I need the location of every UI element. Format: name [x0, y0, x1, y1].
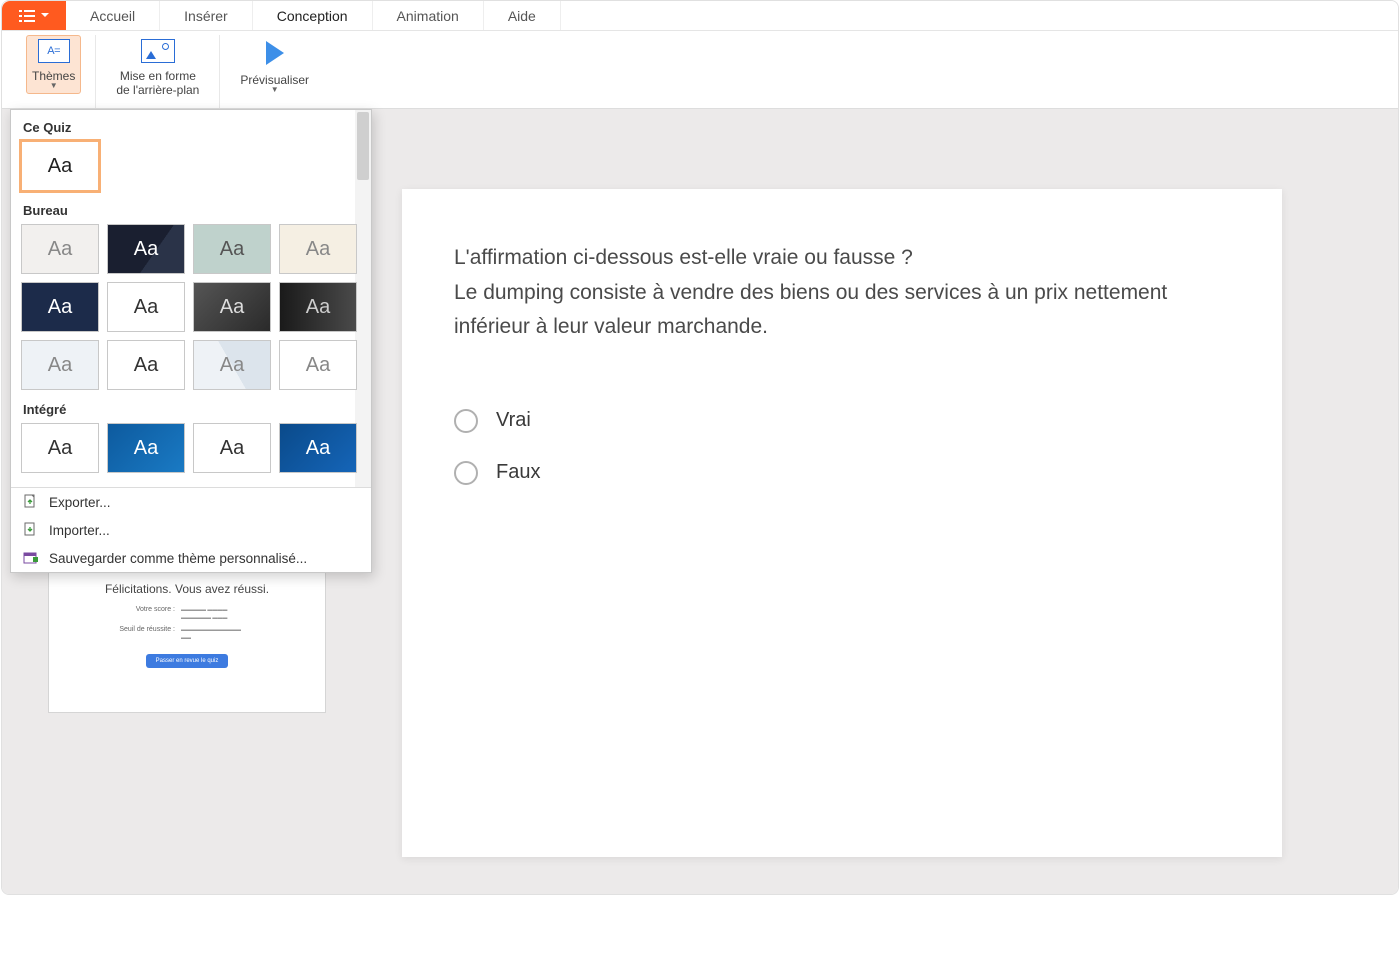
ribbon-group-themes: A= Thèmes ▼ [12, 35, 96, 108]
theme-swatch-bureau-6[interactable]: Aa [193, 282, 271, 332]
theme-grid-integre: AaAaAaAa [21, 423, 365, 481]
tab-aide[interactable]: Aide [484, 1, 561, 30]
score-label: Votre score : [103, 606, 175, 622]
theme-swatch-bureau-9[interactable]: Aa [107, 340, 185, 390]
play-icon [266, 41, 284, 65]
tab-accueil[interactable]: Accueil [66, 1, 160, 30]
option-false[interactable]: Faux [454, 461, 1230, 485]
ribbon: A= Thèmes ▼ Mise en forme de l'arrière-p… [2, 31, 1398, 109]
threshold-value-placeholder: ▬▬▬▬▬▬▬▬▬▬▬▬▬▬ [181, 626, 271, 642]
theme-swatch-bureau-11[interactable]: Aa [279, 340, 357, 390]
theme-swatch-bureau-2[interactable]: Aa [193, 224, 271, 274]
theme-swatch-bureau-7[interactable]: Aa [279, 282, 357, 332]
theme-swatch-cequiz-0[interactable]: Aa [21, 141, 99, 191]
app-menu-button[interactable] [2, 1, 66, 30]
tab-conception[interactable]: Conception [253, 1, 373, 30]
results-title: Félicitations. Vous avez réussi. [63, 582, 311, 596]
background-icon [141, 39, 175, 63]
panel-footer: Exporter... Importer... Sauvegarder comm… [11, 487, 371, 572]
export-icon [23, 494, 39, 510]
background-label: Mise en forme de l'arrière-plan [116, 69, 199, 98]
theme-swatch-bureau-8[interactable]: Aa [21, 340, 99, 390]
save-custom-theme-item[interactable]: Sauvegarder comme thème personnalisé... [11, 544, 371, 572]
radio-icon [454, 461, 478, 485]
theme-swatch-bureau-1[interactable]: Aa [107, 224, 185, 274]
tab-inserer[interactable]: Insérer [160, 1, 253, 30]
option-true-label: Vrai [496, 409, 531, 432]
import-label: Importer... [49, 523, 110, 538]
scrollbar-track[interactable] [355, 110, 371, 487]
score-value-placeholder: ▬▬▬▬▬ ▬▬▬▬▬▬▬▬▬▬ ▬▬▬ [181, 606, 271, 622]
list-icon [19, 10, 35, 22]
theme-swatch-bureau-0[interactable]: Aa [21, 224, 99, 274]
ribbon-group-preview: Prévisualiser ▼ [220, 35, 329, 108]
tabbar: Accueil Insérer Conception Animation Aid… [2, 1, 1398, 31]
import-theme-item[interactable]: Importer... [11, 516, 371, 544]
chevron-down-icon: ▼ [50, 81, 58, 90]
theme-grid-ce-quiz: Aa [21, 141, 365, 199]
theme-swatch-bureau-3[interactable]: Aa [279, 224, 357, 274]
options-list: Vrai Faux [454, 409, 1230, 485]
theme-swatch-bureau-4[interactable]: Aa [21, 282, 99, 332]
theme-grid-bureau: AaAaAaAaAaAaAaAaAaAaAaAa [21, 224, 365, 398]
option-true[interactable]: Vrai [454, 409, 1230, 433]
scrollbar-thumb[interactable] [357, 112, 369, 180]
themes-button[interactable]: A= Thèmes ▼ [26, 35, 81, 94]
app-frame: Accueil Insérer Conception Animation Aid… [1, 0, 1399, 895]
radio-icon [454, 409, 478, 433]
section-integre: Intégré [21, 398, 365, 423]
themes-dropdown-panel: Ce Quiz Aa Bureau AaAaAaAaAaAaAaAaAaAaAa… [10, 109, 372, 573]
theme-swatch-integre-3[interactable]: Aa [279, 423, 357, 473]
theme-swatch-integre-2[interactable]: Aa [193, 423, 271, 473]
option-false-label: Faux [496, 461, 540, 484]
ribbon-group-background: Mise en forme de l'arrière-plan [96, 35, 220, 108]
theme-swatch-integre-1[interactable]: Aa [107, 423, 185, 473]
themes-icon: A= [38, 39, 70, 63]
section-bureau: Bureau [21, 199, 365, 224]
import-icon [23, 522, 39, 538]
question-text: L'affirmation ci-dessous est-elle vraie … [454, 241, 1230, 345]
theme-swatch-bureau-5[interactable]: Aa [107, 282, 185, 332]
chevron-down-icon: ▼ [271, 85, 279, 94]
threshold-label: Seuil de réussite : [103, 626, 175, 642]
section-ce-quiz: Ce Quiz [21, 116, 365, 141]
tab-animation[interactable]: Animation [373, 1, 484, 30]
results-slide-thumbnail[interactable]: Félicitations. Vous avez réussi. Votre s… [48, 567, 326, 713]
save-custom-label: Sauvegarder comme thème personnalisé... [49, 551, 307, 566]
export-label: Exporter... [49, 495, 111, 510]
theme-swatch-bureau-10[interactable]: Aa [193, 340, 271, 390]
chevron-down-icon [41, 13, 49, 18]
background-format-button[interactable]: Mise en forme de l'arrière-plan [110, 35, 205, 102]
export-theme-item[interactable]: Exporter... [11, 488, 371, 516]
theme-swatch-integre-0[interactable]: Aa [21, 423, 99, 473]
slide-canvas: L'affirmation ci-dessous est-elle vraie … [402, 189, 1282, 857]
save-theme-icon [23, 550, 39, 566]
review-quiz-button-thumb: Passer en revue le quiz [146, 654, 229, 668]
preview-button[interactable]: Prévisualiser ▼ [234, 35, 315, 98]
